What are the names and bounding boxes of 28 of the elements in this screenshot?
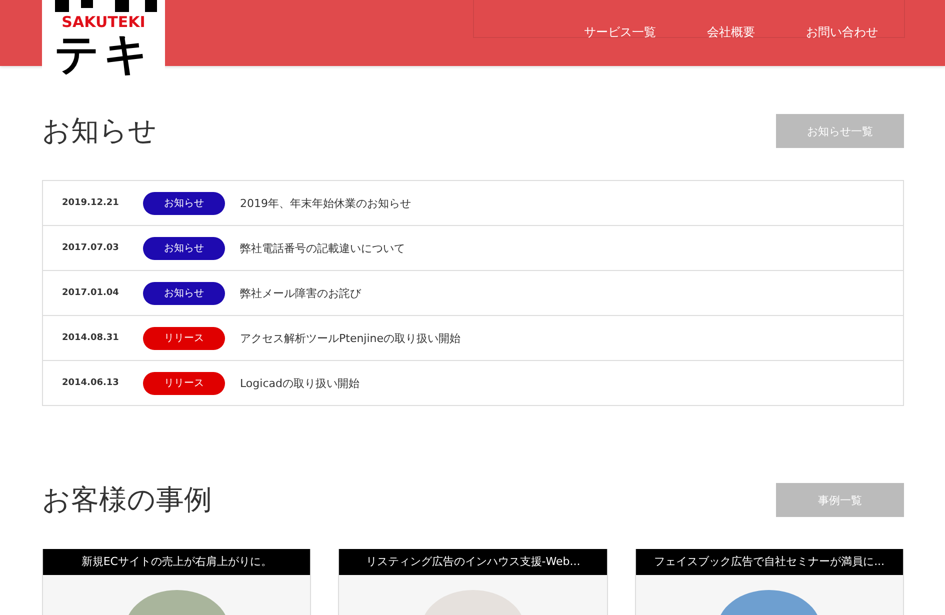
nav-link[interactable]: サービス一覧	[584, 24, 656, 41]
news-date: 2017.07.03	[61, 243, 120, 253]
logo-wordmark: SAKUTEKI	[62, 14, 146, 30]
category-tag: お知らせ	[143, 282, 225, 304]
case-card[interactable]: 新規ECサイトの売上が右肩上がりに。	[42, 549, 312, 615]
news-date: 2014.06.13	[61, 378, 120, 388]
case-card-title: フェイスブック広告で自社セミナーが満員に...	[636, 549, 903, 575]
news-date: 2019.12.21	[61, 198, 120, 208]
section-title: お知らせ	[42, 113, 157, 149]
category-tag: リリース	[143, 372, 225, 394]
section-title: お客様の事例	[42, 482, 212, 518]
news-link[interactable]: Logicadの取り扱い開始	[240, 376, 360, 390]
category-tag: お知らせ	[143, 192, 225, 214]
case-card-title: リスティング広告のインハウス支援-Web...	[339, 549, 607, 575]
news-date: 2014.08.31	[61, 333, 120, 343]
case-card[interactable]: リスティング広告のインハウス支援-Web...	[338, 549, 608, 615]
logo-katakana: テキ	[54, 30, 152, 80]
news-link[interactable]: 2019年、年末年始休業のお知らせ	[240, 196, 411, 210]
case-card[interactable]: フェイスブック広告で自社セミナーが満員に...	[634, 549, 904, 615]
news-link[interactable]: アクセス解析ツールPtenjineの取り扱い開始	[240, 330, 461, 346]
category-tag: リリース	[143, 326, 225, 350]
nav-link[interactable]: お問い合わせ	[806, 24, 878, 41]
news-date: 2017.01.04	[61, 288, 120, 298]
news-link[interactable]: 弊社メール障害のお詫び	[240, 286, 361, 300]
category-tag: お知らせ	[143, 236, 225, 260]
case-card-title: 新規ECサイトの売上が右肩上がりに。	[43, 549, 310, 575]
nav-link[interactable]: 会社概要	[707, 24, 755, 41]
news-link[interactable]: 弊社電話番号の記載違いについて	[240, 240, 405, 256]
